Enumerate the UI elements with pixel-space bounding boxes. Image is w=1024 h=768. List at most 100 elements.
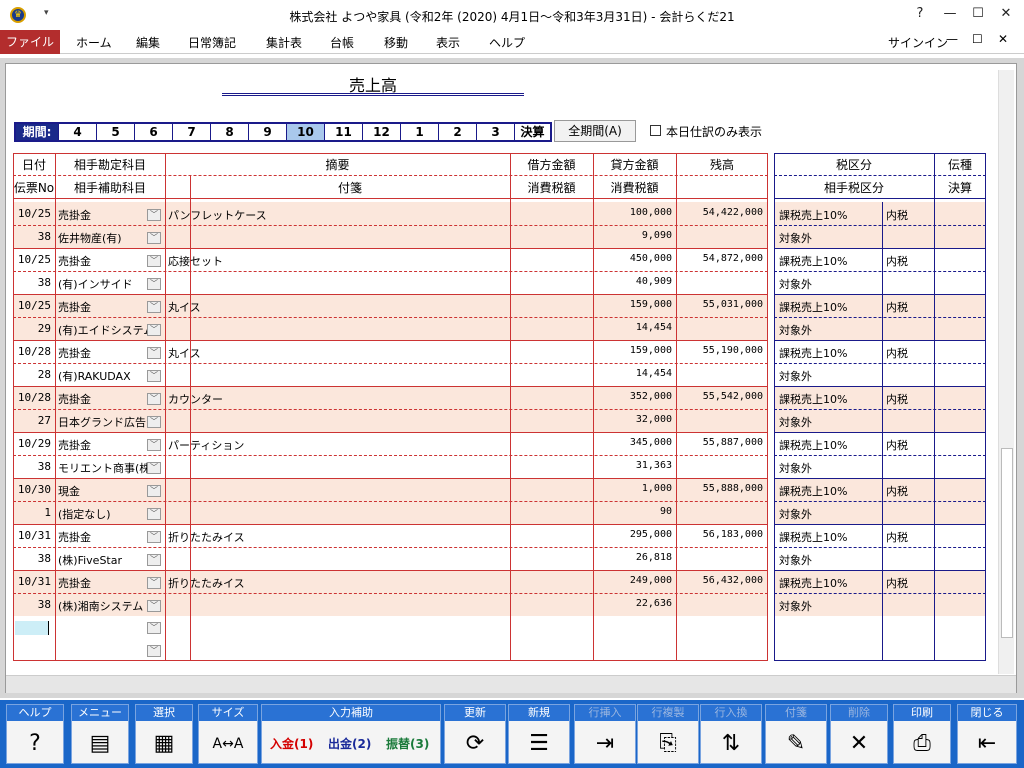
- menu-bar: ファイル ホーム 編集 日常簿記 集計表 台帳 移動 表示 ヘルプ サインイン …: [0, 30, 1024, 54]
- subaccount-dropdown-icon[interactable]: ﹀: [147, 622, 161, 634]
- date-input-cursor[interactable]: [15, 621, 49, 635]
- period-closing[interactable]: 決算: [514, 124, 550, 140]
- toolbar-delete-button[interactable]: 削除 ✕: [830, 704, 888, 764]
- period-month-12[interactable]: 12: [362, 124, 400, 140]
- row-summary: カウンター: [168, 393, 223, 406]
- period-month-11[interactable]: 11: [324, 124, 362, 140]
- period-month-1[interactable]: 1: [400, 124, 438, 140]
- toolbar-swap-row-button[interactable]: 行入換 ⇅: [700, 704, 762, 764]
- subaccount-dropdown-icon[interactable]: ﹀: [147, 278, 161, 290]
- grid-line: [774, 175, 986, 176]
- grid-line: [13, 271, 768, 272]
- subaccount-dropdown-icon[interactable]: ﹀: [147, 600, 161, 612]
- all-period-button[interactable]: 全期間(A): [554, 120, 636, 142]
- menu-view[interactable]: 表示: [436, 34, 460, 51]
- menu-edit[interactable]: 編集: [136, 34, 160, 51]
- period-month-5[interactable]: 5: [96, 124, 134, 140]
- subaccount-dropdown-icon[interactable]: ﹀: [147, 232, 161, 244]
- minimize-icon[interactable]: —: [940, 6, 960, 21]
- row-slip: 29: [37, 322, 51, 335]
- toolbar-close-button[interactable]: 閉じる ⇤: [957, 704, 1017, 764]
- toolbar-duplicate-row-button[interactable]: 行複製 ⎘: [637, 704, 699, 764]
- grid-line: [774, 547, 986, 548]
- subaccount-dropdown-icon[interactable]: ﹀: [147, 324, 161, 336]
- account-dropdown-icon[interactable]: ﹀: [147, 255, 161, 267]
- account-dropdown-icon[interactable]: ﹀: [147, 301, 161, 313]
- subaccount-dropdown-icon[interactable]: ﹀: [147, 554, 161, 566]
- vertical-scrollbar[interactable]: [998, 70, 1014, 674]
- row-summary: 丸イス: [168, 347, 201, 360]
- signin-link[interactable]: サインイン: [888, 34, 948, 51]
- row-tax-class: 課税売上10%: [779, 255, 848, 268]
- subaccount-dropdown-icon[interactable]: ﹀: [147, 462, 161, 474]
- toolbar-size-button[interactable]: サイズ A↔A: [198, 704, 258, 764]
- row-tax-included: 内税: [886, 439, 908, 452]
- menu-file[interactable]: ファイル: [0, 30, 60, 54]
- subaccount-dropdown-icon[interactable]: ﹀: [147, 370, 161, 382]
- toolbar-sticky-button[interactable]: 付箋 ✎: [765, 704, 827, 764]
- row-slip: 28: [37, 368, 51, 381]
- transfer-button[interactable]: 振替(3): [386, 735, 429, 752]
- account-dropdown-icon[interactable]: ﹀: [147, 485, 161, 497]
- row-credit: 159,000: [629, 299, 672, 310]
- subaccount-dropdown-icon[interactable]: ﹀: [147, 508, 161, 520]
- row-account: 売掛金: [58, 577, 91, 590]
- period-month-10[interactable]: 10: [286, 124, 324, 140]
- row-credit-tax: 14,454: [635, 368, 672, 379]
- account-dropdown-icon[interactable]: ﹀: [147, 439, 161, 451]
- row-slip: 1: [44, 506, 51, 519]
- close-icon[interactable]: ✕: [996, 6, 1016, 21]
- period-month-7[interactable]: 7: [172, 124, 210, 140]
- account-dropdown-icon[interactable]: ﹀: [147, 531, 161, 543]
- today-only-checkbox[interactable]: [650, 125, 661, 136]
- deposit-button[interactable]: 入金(1): [270, 735, 313, 752]
- toolbar-insert-row-button[interactable]: 行挿入 ⇥: [574, 704, 636, 764]
- ribbon-minimize-icon[interactable]: —: [946, 32, 958, 46]
- menu-home[interactable]: ホーム: [76, 34, 112, 51]
- header-account: 相手勘定科目: [73, 158, 146, 172]
- period-month-8[interactable]: 8: [210, 124, 248, 140]
- ribbon-close-icon[interactable]: ✕: [998, 32, 1008, 46]
- account-dropdown-icon[interactable]: ﹀: [147, 393, 161, 405]
- menu-summary[interactable]: 集計表: [266, 34, 302, 51]
- help-icon[interactable]: ?: [910, 6, 930, 21]
- subaccount-dropdown-icon[interactable]: ﹀: [147, 416, 161, 428]
- menu-help[interactable]: ヘルプ: [489, 34, 525, 51]
- toolbar-menu-button[interactable]: メニュー ▤: [71, 704, 129, 764]
- horizontal-bar: [6, 675, 1016, 693]
- row-credit-tax: 40,909: [635, 276, 672, 287]
- period-month-2[interactable]: 2: [438, 124, 476, 140]
- grid-line: [13, 455, 768, 456]
- scroll-thumb[interactable]: [1001, 448, 1013, 638]
- toolbar-select-button[interactable]: 選択 ▦: [135, 704, 193, 764]
- period-month-6[interactable]: 6: [134, 124, 172, 140]
- row-account: 現金: [58, 485, 80, 498]
- row-partner-tax: 対象外: [779, 600, 812, 613]
- row-tax-included: 内税: [886, 485, 908, 498]
- menu-move[interactable]: 移動: [384, 34, 408, 51]
- withdraw-button[interactable]: 出金(2): [328, 735, 371, 752]
- maximize-icon[interactable]: ☐: [968, 6, 988, 21]
- row-tax-class: 課税売上10%: [779, 531, 848, 544]
- account-dropdown-icon[interactable]: ﹀: [147, 209, 161, 221]
- menu-daily[interactable]: 日常簿記: [188, 34, 236, 51]
- toolbar-new-button[interactable]: 新規 ☰: [508, 704, 570, 764]
- grid-line: [13, 340, 768, 341]
- ribbon-restore-icon[interactable]: ☐: [972, 32, 983, 46]
- header-summary: 摘要: [325, 158, 350, 172]
- subaccount-dropdown-icon[interactable]: ﹀: [147, 645, 161, 657]
- period-month-3[interactable]: 3: [476, 124, 514, 140]
- toolbar-help-icon: ?: [29, 731, 41, 756]
- account-dropdown-icon[interactable]: ﹀: [147, 347, 161, 359]
- toolbar-refresh-button[interactable]: 更新 ⟳: [444, 704, 506, 764]
- period-month-9[interactable]: 9: [248, 124, 286, 140]
- account-dropdown-icon[interactable]: ﹀: [147, 577, 161, 589]
- grid-line: [13, 409, 768, 410]
- menu-ledger[interactable]: 台帳: [330, 34, 354, 51]
- grid-line: [774, 455, 986, 456]
- toolbar-help-button[interactable]: ヘルプ?: [6, 704, 64, 764]
- period-month-4[interactable]: 4: [58, 124, 96, 140]
- toolbar-print-button[interactable]: 印刷 ⎙: [893, 704, 951, 764]
- toolbar-select-icon: ▦: [153, 731, 175, 756]
- grid-line: [165, 153, 166, 661]
